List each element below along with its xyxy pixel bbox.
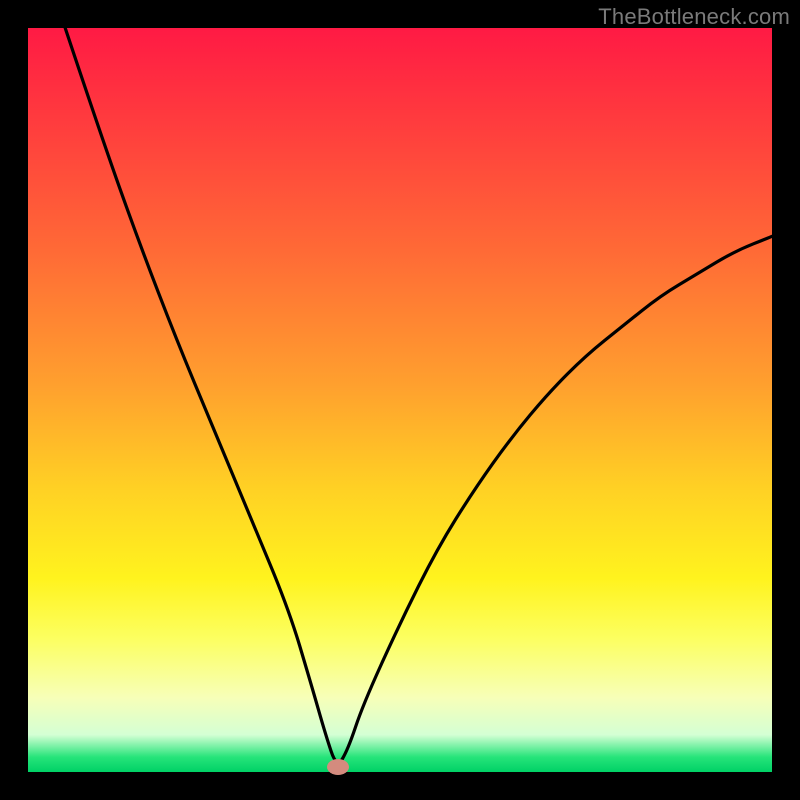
bottleneck-curve-path — [65, 28, 772, 762]
chart-frame: TheBottleneck.com — [0, 0, 800, 800]
watermark-text: TheBottleneck.com — [598, 4, 790, 30]
plot-area — [28, 28, 772, 772]
curve-layer — [28, 28, 772, 772]
optimum-marker — [327, 759, 349, 775]
